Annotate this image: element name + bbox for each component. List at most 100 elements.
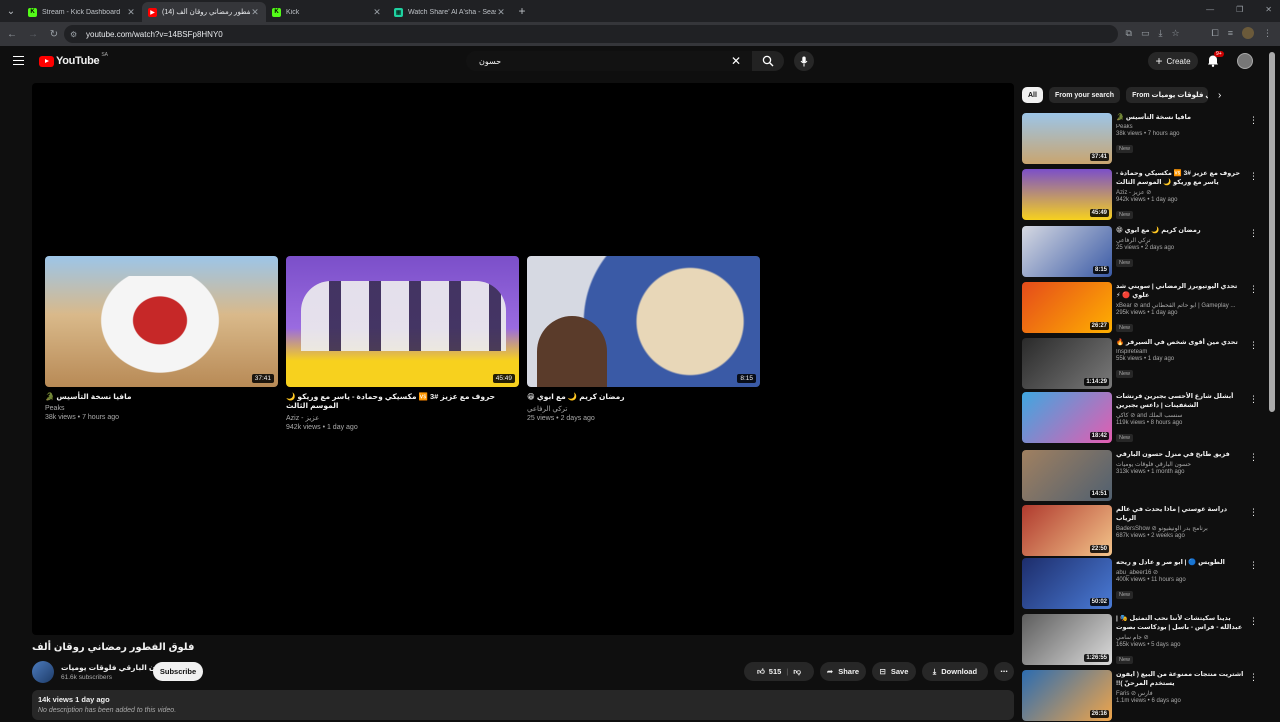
menu-icon[interactable] — [13, 56, 24, 65]
more-options-icon[interactable]: ⋮ — [1249, 115, 1258, 126]
extensions-icon[interactable]: ⧠ — [1212, 28, 1219, 39]
chip-all[interactable]: All — [1022, 87, 1043, 103]
youtube-logo[interactable]: YouTube SA — [39, 52, 108, 67]
search-button[interactable] — [752, 51, 784, 71]
video-title: أبشلل شارع الأحسى بجبرين فرنشات الشغفينا… — [1116, 393, 1234, 409]
endscreen-video-card[interactable]: 8:15 رمضان كريم 🌙 مع ابوي 😁 تركي الرفاعي… — [527, 256, 760, 422]
description-box[interactable]: 14k views 1 day ago No description has b… — [32, 690, 1014, 720]
duration-badge: 18:42 — [1089, 432, 1109, 440]
close-icon[interactable]: ✕ — [250, 7, 260, 18]
download-icon[interactable]: ⤓ — [1158, 28, 1162, 39]
thumbs-down-icon[interactable]: 👎︎ — [793, 667, 801, 677]
more-options-icon[interactable]: ⋮ — [1249, 284, 1258, 295]
channel-name: Peaks — [45, 405, 65, 412]
more-options-icon[interactable]: ⋮ — [1249, 672, 1258, 683]
channel-name: حسون البارقي فلوقات يوميات — [1116, 462, 1192, 468]
recommendation-item[interactable]: 1:14:29 تحدي مين أقوى شخص في السيرفر 🔥 Ins… — [1022, 338, 1258, 390]
recommendation-item[interactable]: 22:50 دراسة غوستي | ماذا يحدث في عالم الر… — [1022, 505, 1258, 557]
recommendation-item[interactable]: 45:49 حروف مع عزيز #3 🆚 مكسيكي وحمادة - ي… — [1022, 169, 1258, 221]
more-options-icon[interactable]: ⋮ — [1249, 507, 1258, 518]
tab-title: Kick — [286, 8, 300, 16]
more-actions-button[interactable]: ⋯ — [994, 662, 1014, 681]
media-icon[interactable]: ≡ — [1228, 28, 1233, 38]
channel-name: Peaks — [1116, 124, 1133, 130]
recommendation-item[interactable]: 37:41 مافيا نسخة التأسيس 🐊 Peaks 38k views … — [1022, 113, 1258, 165]
extensions-area: ⧉ ▭ ⤓ ☆ ⧠ ≡ ⋮ — [1126, 27, 1272, 39]
create-button[interactable]: + Create — [1148, 52, 1198, 70]
more-options-icon[interactable]: ⋮ — [1249, 616, 1258, 627]
channel-name: xBear ⊘ and ابو حاتم القحطاني | Gameplay… — [1116, 303, 1236, 309]
endscreen-video-card[interactable]: 45:49 حروف مع عزيز #3 🆚 مكسيكي وحمادة - … — [286, 256, 519, 431]
like-count: 515 — [768, 667, 782, 676]
recommendation-item[interactable]: 26:16 اشتريت منتجات ممنوعة من البيع ( ايف… — [1022, 670, 1258, 722]
account-avatar[interactable] — [1237, 53, 1253, 69]
channel-name: جام سامي ⊘ — [1116, 635, 1149, 641]
share-button[interactable]: ➦ Share — [820, 662, 866, 681]
tab-search-icon[interactable]: ⌄ — [0, 0, 22, 22]
video-thumbnail: 26:16 — [1022, 670, 1112, 721]
notifications-button[interactable]: 9+ — [1207, 51, 1224, 68]
chip-from-your-search[interactable]: From your search — [1048, 87, 1121, 103]
recommendation-item[interactable]: 26:27 تحدي اليوتيوبرز الرمضاني | سويني شد… — [1022, 282, 1258, 334]
recommendation-item[interactable]: 50:02 الطويس 🔵 | ابو صر و عادل و ريحه abu_… — [1022, 558, 1258, 610]
close-icon[interactable]: ✕ — [372, 7, 382, 18]
download-button[interactable]: ⤓ Download — [922, 662, 988, 681]
translate-icon[interactable]: ⧉ — [1126, 28, 1132, 39]
recommendation-item[interactable]: 8:15 رمضان كريم 🌙 مع ابوي 😁 تركي الرفاعي 25… — [1022, 226, 1258, 278]
video-thumbnail: 8:15 — [1022, 226, 1112, 277]
url-field[interactable]: ⚙ youtube.com/watch?v=14BSFp8HNY0 — [64, 25, 1118, 43]
maximize-icon[interactable]: ❐ — [1236, 5, 1243, 14]
duration-badge: 37:41 — [1089, 153, 1109, 161]
search-input[interactable]: حسون ✕ — [466, 51, 752, 71]
duration-badge: 26:27 — [1089, 322, 1109, 330]
close-icon[interactable]: ✕ — [496, 7, 506, 18]
channel-name: Aziz - عزيز — [286, 415, 320, 422]
clear-search-icon[interactable]: ✕ — [729, 54, 743, 68]
more-options-icon[interactable]: ⋮ — [1249, 228, 1258, 239]
voice-search-button[interactable] — [794, 51, 814, 71]
video-meta: 942k views • 1 day ago — [286, 424, 358, 431]
channel-avatar[interactable] — [32, 661, 54, 683]
minimize-icon[interactable]: — — [1206, 5, 1214, 14]
scrollbar-thumb[interactable] — [1269, 52, 1275, 412]
cast-icon[interactable]: ▭ — [1141, 28, 1150, 39]
video-info: دراسة غوستي | ماذا يحدث في عالم الرياب Ba… — [1116, 505, 1244, 539]
recommendation-item[interactable]: 14:51 فزيق طابخ في منزل حسون البارقي حسون … — [1022, 450, 1258, 502]
close-window-icon[interactable]: ✕ — [1265, 5, 1272, 14]
forward-icon[interactable]: → — [24, 29, 42, 40]
browser-menu-icon[interactable]: ⋮ — [1263, 28, 1272, 39]
video-meta: 687k views • 2 weeks ago — [1116, 533, 1185, 539]
recommendation-item[interactable]: 18:42 أبشلل شارع الأحسى بجبرين فرنشات الش… — [1022, 392, 1258, 444]
bookmark-star-icon[interactable]: ☆ — [1171, 28, 1179, 39]
tab-shahid[interactable]: ▦ Watch Share' Al A'sha - Season 2 ✕ — [388, 2, 512, 22]
more-options-icon[interactable]: ⋮ — [1249, 560, 1258, 571]
endscreen-video-card[interactable]: 37:41 مافيا نسخة التأسيس 🐊 Peaks 38k vie… — [45, 256, 278, 421]
duration-badge: 8:15 — [1092, 266, 1109, 274]
save-button[interactable]: ⊟ Save — [872, 662, 916, 681]
more-options-icon[interactable]: ⋮ — [1249, 171, 1258, 182]
channel-name: abu_abeer16 ⊘ — [1116, 570, 1159, 576]
video-info: حروف مع عزيز #3 🆚 مكسيكي وحمادة - ياسر م… — [1116, 169, 1244, 221]
profile-avatar[interactable] — [1242, 27, 1254, 39]
more-options-icon[interactable]: ⋮ — [1249, 452, 1258, 463]
video-meta: 119k views • 8 hours ago — [1116, 420, 1183, 426]
tab-youtube[interactable]: ▶ (14) فلوق الفطور رمضاني روقان ألف ✕ — [142, 2, 266, 22]
reload-icon[interactable]: ↻ — [45, 29, 63, 40]
recommendation-item[interactable]: 1:26:55 بدينا سكيتشات لأننا نحب التمثيل 🎭… — [1022, 614, 1258, 666]
like-button[interactable]: 👍︎ 515 — [757, 667, 781, 677]
video-title: حروف مع عزيز #3 🆚 مكسيكي وحمادة - ياسر م… — [1116, 170, 1241, 186]
chip-from-channel[interactable]: From حسون البارقي فلوقات يوميات — [1126, 87, 1209, 103]
channel-name: تركي الرفاعي — [1116, 238, 1151, 244]
site-settings-icon[interactable]: ⚙ — [70, 30, 80, 39]
chevron-right-icon[interactable]: › — [1218, 90, 1221, 101]
close-icon[interactable]: ✕ — [126, 7, 136, 18]
tab-kick[interactable]: K Kick ✕ — [266, 2, 388, 22]
new-badge: New — [1116, 324, 1134, 332]
tab-kick-dashboard[interactable]: K Stream - Kick Dashboard ✕ — [22, 2, 142, 22]
more-options-icon[interactable]: ⋮ — [1249, 394, 1258, 405]
back-icon[interactable]: ← — [3, 29, 21, 40]
video-player[interactable]: 37:41 مافيا نسخة التأسيس 🐊 Peaks 38k vie… — [32, 83, 1014, 635]
new-tab-button[interactable]: + — [512, 4, 532, 18]
more-options-icon[interactable]: ⋮ — [1249, 340, 1258, 351]
subscribe-button[interactable]: Subscribe — [153, 662, 203, 681]
